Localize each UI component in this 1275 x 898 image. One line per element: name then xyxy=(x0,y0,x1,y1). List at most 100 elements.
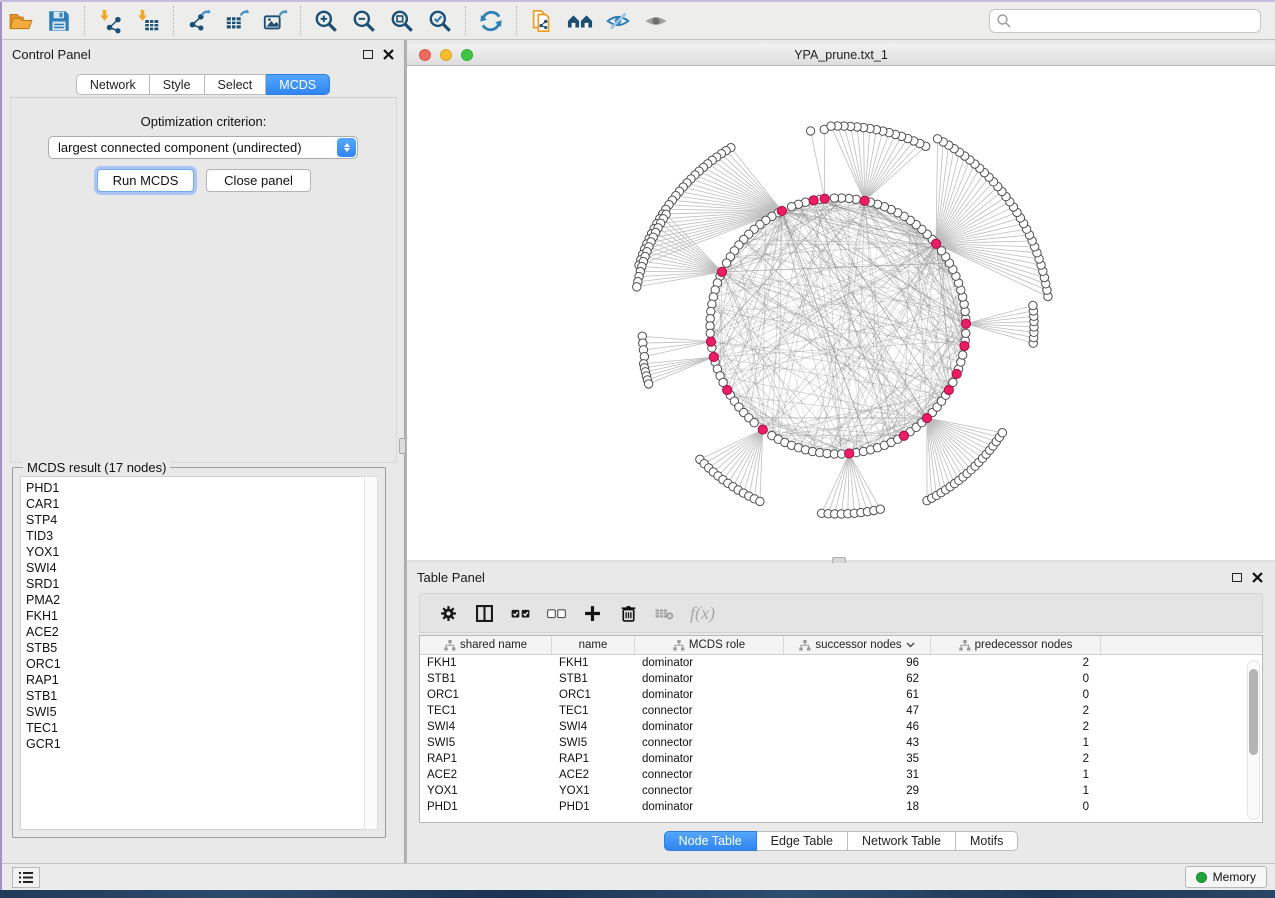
mcds-node[interactable] xyxy=(709,352,718,361)
result-item[interactable]: SWI5 xyxy=(26,704,365,720)
table-scrollbar-thumb[interactable] xyxy=(1249,669,1258,755)
network-node[interactable] xyxy=(787,203,795,211)
result-item[interactable]: TEC1 xyxy=(26,720,365,736)
run-mcds-button[interactable]: Run MCDS xyxy=(97,169,194,192)
mcds-node[interactable] xyxy=(717,267,726,276)
optimization-criterion-select[interactable]: largest connected component (undirected) xyxy=(48,136,358,159)
table-row[interactable]: RAP1RAP1dominator352 xyxy=(420,751,1262,767)
function-builder-button[interactable]: f(x) xyxy=(690,603,715,624)
show-hidden-button[interactable] xyxy=(639,5,673,37)
close-panel-icon[interactable] xyxy=(383,49,394,60)
column-header-predecessor-nodes[interactable]: predecessor nodes xyxy=(931,636,1101,654)
mcds-node[interactable] xyxy=(931,239,940,248)
result-item[interactable]: PMA2 xyxy=(26,592,365,608)
table-options-button[interactable] xyxy=(430,596,466,630)
network-node[interactable] xyxy=(933,135,941,143)
tab-style[interactable]: Style xyxy=(150,74,205,95)
table-scrollbar[interactable] xyxy=(1247,660,1260,820)
result-list-scrollbar[interactable] xyxy=(364,476,378,830)
column-header-MCDS-role[interactable]: MCDS role xyxy=(635,636,784,654)
mcds-node[interactable] xyxy=(922,413,931,422)
result-item[interactable]: STP4 xyxy=(26,512,365,528)
zoom-fit-button[interactable] xyxy=(385,5,419,37)
delete-table-button[interactable] xyxy=(646,596,682,630)
node-table[interactable]: shared namename MCDS role successor node… xyxy=(419,635,1263,823)
tab-edge-table[interactable]: Edge Table xyxy=(757,831,848,851)
mcds-node[interactable] xyxy=(758,425,767,434)
tab-motifs[interactable]: Motifs xyxy=(956,831,1018,851)
hide-selected-button[interactable] xyxy=(601,5,635,37)
network-node[interactable] xyxy=(750,419,758,427)
result-item[interactable]: SWI4 xyxy=(26,560,365,576)
result-item[interactable]: PHD1 xyxy=(26,480,365,496)
network-node[interactable] xyxy=(644,380,652,388)
mcds-node[interactable] xyxy=(706,337,715,346)
result-item[interactable]: STB5 xyxy=(26,640,365,656)
table-row[interactable]: SWI5SWI5connector431 xyxy=(420,735,1262,751)
network-node[interactable] xyxy=(722,259,730,267)
delete-column-button[interactable] xyxy=(610,596,646,630)
result-item[interactable]: ACE2 xyxy=(26,624,365,640)
mcds-node[interactable] xyxy=(809,196,818,205)
vertical-splitter-grip[interactable] xyxy=(399,438,406,454)
result-item[interactable]: YOX1 xyxy=(26,544,365,560)
tab-network[interactable]: Network xyxy=(76,74,150,95)
network-node[interactable] xyxy=(1029,301,1037,309)
zoom-selected-button[interactable] xyxy=(423,5,457,37)
float-panel-icon[interactable] xyxy=(363,50,373,59)
import-table-button[interactable] xyxy=(131,5,165,37)
show-columns-button[interactable] xyxy=(466,596,502,630)
network-node[interactable] xyxy=(827,122,835,130)
network-node[interactable] xyxy=(830,194,838,202)
network-node[interactable] xyxy=(998,429,1006,437)
tab-mcds[interactable]: MCDS xyxy=(266,74,330,95)
first-neighbors-button[interactable] xyxy=(563,5,597,37)
result-item[interactable]: TID3 xyxy=(26,528,365,544)
close-panel-button[interactable]: Close panel xyxy=(206,169,311,192)
mcds-result-list[interactable]: PHD1CAR1STP4TID3YOX1SWI4SRD1PMA2FKH1ACE2… xyxy=(20,476,366,830)
mcds-node[interactable] xyxy=(899,431,908,440)
column-header-successor-nodes[interactable]: successor nodes xyxy=(784,636,931,654)
result-item[interactable]: ORC1 xyxy=(26,656,365,672)
select-all-columns-button[interactable] xyxy=(502,596,538,630)
zoom-out-button[interactable] xyxy=(347,5,381,37)
mcds-node[interactable] xyxy=(952,369,961,378)
zoom-in-button[interactable] xyxy=(309,5,343,37)
mcds-node[interactable] xyxy=(845,449,854,458)
import-network-button[interactable] xyxy=(93,5,127,37)
mcds-node[interactable] xyxy=(961,319,970,328)
mcds-node[interactable] xyxy=(860,196,869,205)
table-row[interactable]: ACE2ACE2connector311 xyxy=(420,767,1262,783)
open-file-button[interactable] xyxy=(4,5,38,37)
mcds-node[interactable] xyxy=(944,385,953,394)
result-item[interactable]: SRD1 xyxy=(26,576,365,592)
table-row[interactable]: TEC1TEC1connector472 xyxy=(420,703,1262,719)
network-node[interactable] xyxy=(806,127,814,135)
tab-select[interactable]: Select xyxy=(205,74,267,95)
close-table-panel-icon[interactable] xyxy=(1252,572,1263,583)
mcds-node[interactable] xyxy=(960,341,969,350)
clone-network-button[interactable] xyxy=(525,5,559,37)
save-session-button[interactable] xyxy=(42,5,76,37)
export-table-button[interactable] xyxy=(220,5,254,37)
table-row[interactable]: STB1STB1dominator620 xyxy=(420,671,1262,687)
export-image-button[interactable] xyxy=(258,5,292,37)
panel-menu-button[interactable] xyxy=(12,867,40,888)
add-column-button[interactable] xyxy=(574,596,610,630)
network-node[interactable] xyxy=(706,329,714,337)
mcds-node[interactable] xyxy=(723,385,732,394)
table-row[interactable]: SWI4SWI4dominator462 xyxy=(420,719,1262,735)
network-node[interactable] xyxy=(876,505,884,513)
result-item[interactable]: CAR1 xyxy=(26,496,365,512)
network-node[interactable] xyxy=(756,497,764,505)
result-item[interactable]: FKH1 xyxy=(26,608,365,624)
result-item[interactable]: STB1 xyxy=(26,688,365,704)
table-row[interactable]: FKH1FKH1dominator962 xyxy=(420,655,1262,671)
result-item[interactable]: RAP1 xyxy=(26,672,365,688)
table-row[interactable]: PHD1PHD1dominator180 xyxy=(420,799,1262,815)
float-table-panel-icon[interactable] xyxy=(1232,573,1242,582)
unselect-all-columns-button[interactable] xyxy=(538,596,574,630)
network-node[interactable] xyxy=(962,329,970,337)
network-window-titlebar[interactable]: YPA_prune.txt_1 xyxy=(407,44,1275,66)
tab-network-table[interactable]: Network Table xyxy=(848,831,956,851)
